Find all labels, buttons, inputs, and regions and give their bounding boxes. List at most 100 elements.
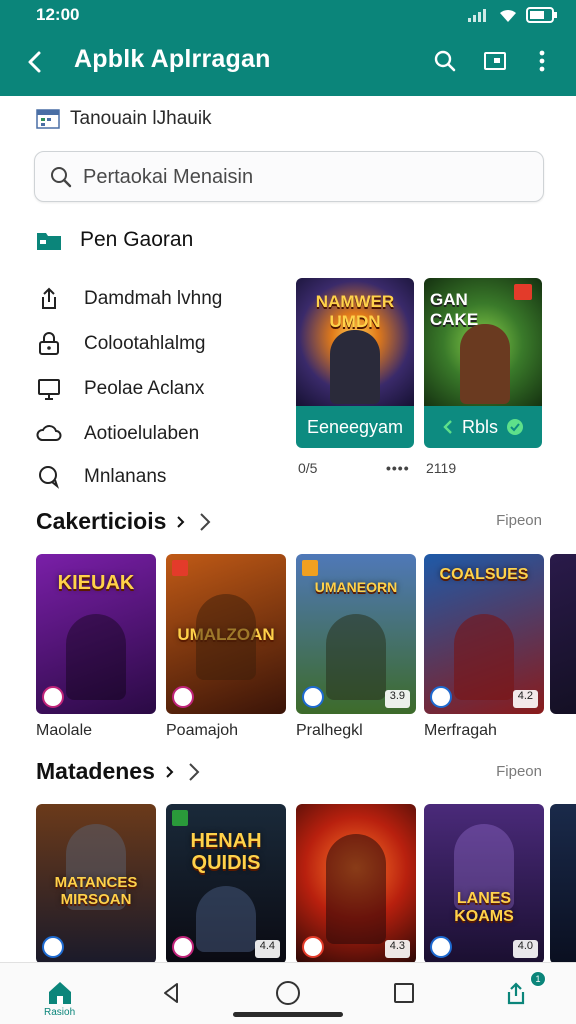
game-tile-partial[interactable]: [550, 554, 576, 714]
back-button[interactable]: [20, 47, 50, 77]
game-tile[interactable]: KIEUAK: [36, 554, 156, 714]
section-label: Pen Gaoran: [80, 228, 194, 251]
menu-item-lock[interactable]: Colootahlalmg: [36, 331, 205, 357]
publisher-badge-icon: [42, 936, 64, 958]
publisher-badge-icon: [430, 686, 452, 708]
chevron-right-icon: [177, 515, 185, 528]
menu-label: Peolae Aclanx: [84, 378, 205, 399]
row-title[interactable]: Cakerticiois: [36, 508, 214, 535]
monitor-icon: [38, 379, 60, 400]
menu-label: Aotioelulaben: [84, 423, 200, 444]
row-more-link[interactable]: Fipeon: [496, 763, 542, 780]
row-title[interactable]: Matadenes: [36, 758, 203, 785]
tag-icon: [302, 560, 318, 576]
search-input[interactable]: [83, 162, 523, 192]
rating-badge: 4.4: [254, 940, 280, 958]
app-bar: Apblk Aplrragan: [0, 30, 576, 96]
nav-home-label: Rasioh: [44, 1007, 76, 1018]
nav-home-circle-button[interactable]: [270, 975, 306, 1011]
game-character: [196, 594, 256, 680]
featured-card[interactable]: GAN CAKE Rbls: [424, 278, 542, 448]
cast-icon: [484, 52, 506, 70]
lock-icon: [39, 332, 59, 355]
featured-label: Rbls: [461, 416, 498, 437]
signal-icon: [468, 9, 486, 22]
status-time: 12:00: [36, 5, 80, 24]
nav-back-button[interactable]: [154, 975, 190, 1011]
game-tile[interactable]: LANES KOAMS 4.0: [424, 804, 544, 964]
publisher-badge-icon: [172, 686, 194, 708]
check-circle-icon: [507, 419, 523, 435]
game-logo: MATANCES MIRSOAN: [54, 874, 138, 908]
publisher-badge-icon: [172, 936, 194, 958]
featured-tag-icon: [514, 284, 532, 300]
rating-badge: 4.0: [512, 940, 538, 958]
game-logo: KIEUAK: [57, 572, 135, 594]
menu-item-share[interactable]: Damdmah lvhng: [36, 286, 222, 312]
featured-artwork: GAN CAKE: [424, 278, 542, 408]
notification-badge: 1: [530, 971, 546, 987]
menu-item-cloud[interactable]: Aotioelulaben: [36, 421, 199, 447]
cast-button[interactable]: [480, 46, 510, 76]
game-logo: HENAH QUIDIS: [190, 830, 262, 874]
menu-item-monitor[interactable]: Peolae Aclanx: [36, 376, 204, 402]
more-options-button[interactable]: [527, 46, 557, 76]
featured-more[interactable]: ••••: [386, 460, 410, 476]
menu-label: Damdmah lvhng: [84, 288, 223, 309]
calendar-icon: [36, 109, 60, 129]
featured-logo: NAMWER UMDN: [315, 292, 395, 331]
game-tile[interactable]: HENAH QUIDIS 4.4: [166, 804, 286, 964]
game-logo: COALSUES: [439, 566, 529, 583]
game-tile[interactable]: MATANCES MIRSOAN: [36, 804, 156, 964]
back-triangle-icon: [164, 983, 178, 1003]
chat-icon: [39, 466, 60, 489]
status-icons: [468, 6, 558, 24]
game-tile[interactable]: UMALZOAN: [166, 554, 286, 714]
row-title-label: Matadenes: [36, 758, 155, 784]
featured-card[interactable]: NAMWER UMDN Eeneegyam: [296, 278, 414, 448]
menu-item-chat[interactable]: Mnlanans: [36, 464, 166, 490]
chevron-right-icon: [189, 762, 200, 781]
rating-badge: 3.9: [384, 690, 410, 708]
cloud-icon: [36, 425, 62, 441]
nav-home-button[interactable]: [42, 975, 78, 1011]
game-tile[interactable]: 4.3: [296, 804, 416, 964]
featured-character: [460, 324, 510, 404]
subheader[interactable]: Tanouain lJhauik: [36, 108, 212, 130]
chevron-left-icon: [443, 420, 452, 434]
game-character: [196, 886, 256, 952]
menu-label: Colootahlalmg: [84, 333, 206, 354]
recents-square-icon: [394, 983, 414, 1003]
nav-share-button[interactable]: [498, 975, 534, 1011]
section-header[interactable]: Pen Gaoran: [36, 228, 193, 252]
more-vert-icon: [539, 50, 545, 72]
publisher-badge-icon: [430, 936, 452, 958]
publisher-badge-icon: [42, 686, 64, 708]
game-tile[interactable]: COALSUES 4.2: [424, 554, 544, 714]
game-character: [326, 834, 386, 944]
share-icon: [42, 287, 56, 309]
publisher-badge-icon: [302, 686, 324, 708]
game-tile-partial[interactable]: [550, 804, 576, 964]
nav-recents-button[interactable]: [386, 975, 422, 1011]
publisher-badge-icon: [302, 936, 324, 958]
game-character: [454, 614, 514, 700]
game-title: Maolale: [36, 722, 93, 739]
gesture-bar[interactable]: [233, 1012, 343, 1017]
game-title: Poamajoh: [166, 722, 239, 739]
game-title: Merfragah: [424, 722, 497, 739]
search-button[interactable]: [430, 46, 460, 76]
game-tile[interactable]: UMANEORN 3.9: [296, 554, 416, 714]
search-icon: [51, 167, 72, 188]
featured-character: [330, 330, 380, 404]
row-more-link[interactable]: Fipeon: [496, 512, 542, 529]
featured-logo: GAN CAKE: [430, 290, 479, 329]
home-circle-icon: [276, 981, 300, 1005]
chevron-right-icon: [200, 512, 211, 531]
search-bar[interactable]: [34, 151, 544, 202]
featured-label-bar: Rbls: [424, 406, 542, 448]
menu-label: Mnlanans: [84, 466, 167, 487]
wifi-icon: [500, 9, 516, 22]
featured-meta: 2119: [426, 460, 457, 476]
game-character: [66, 614, 126, 700]
